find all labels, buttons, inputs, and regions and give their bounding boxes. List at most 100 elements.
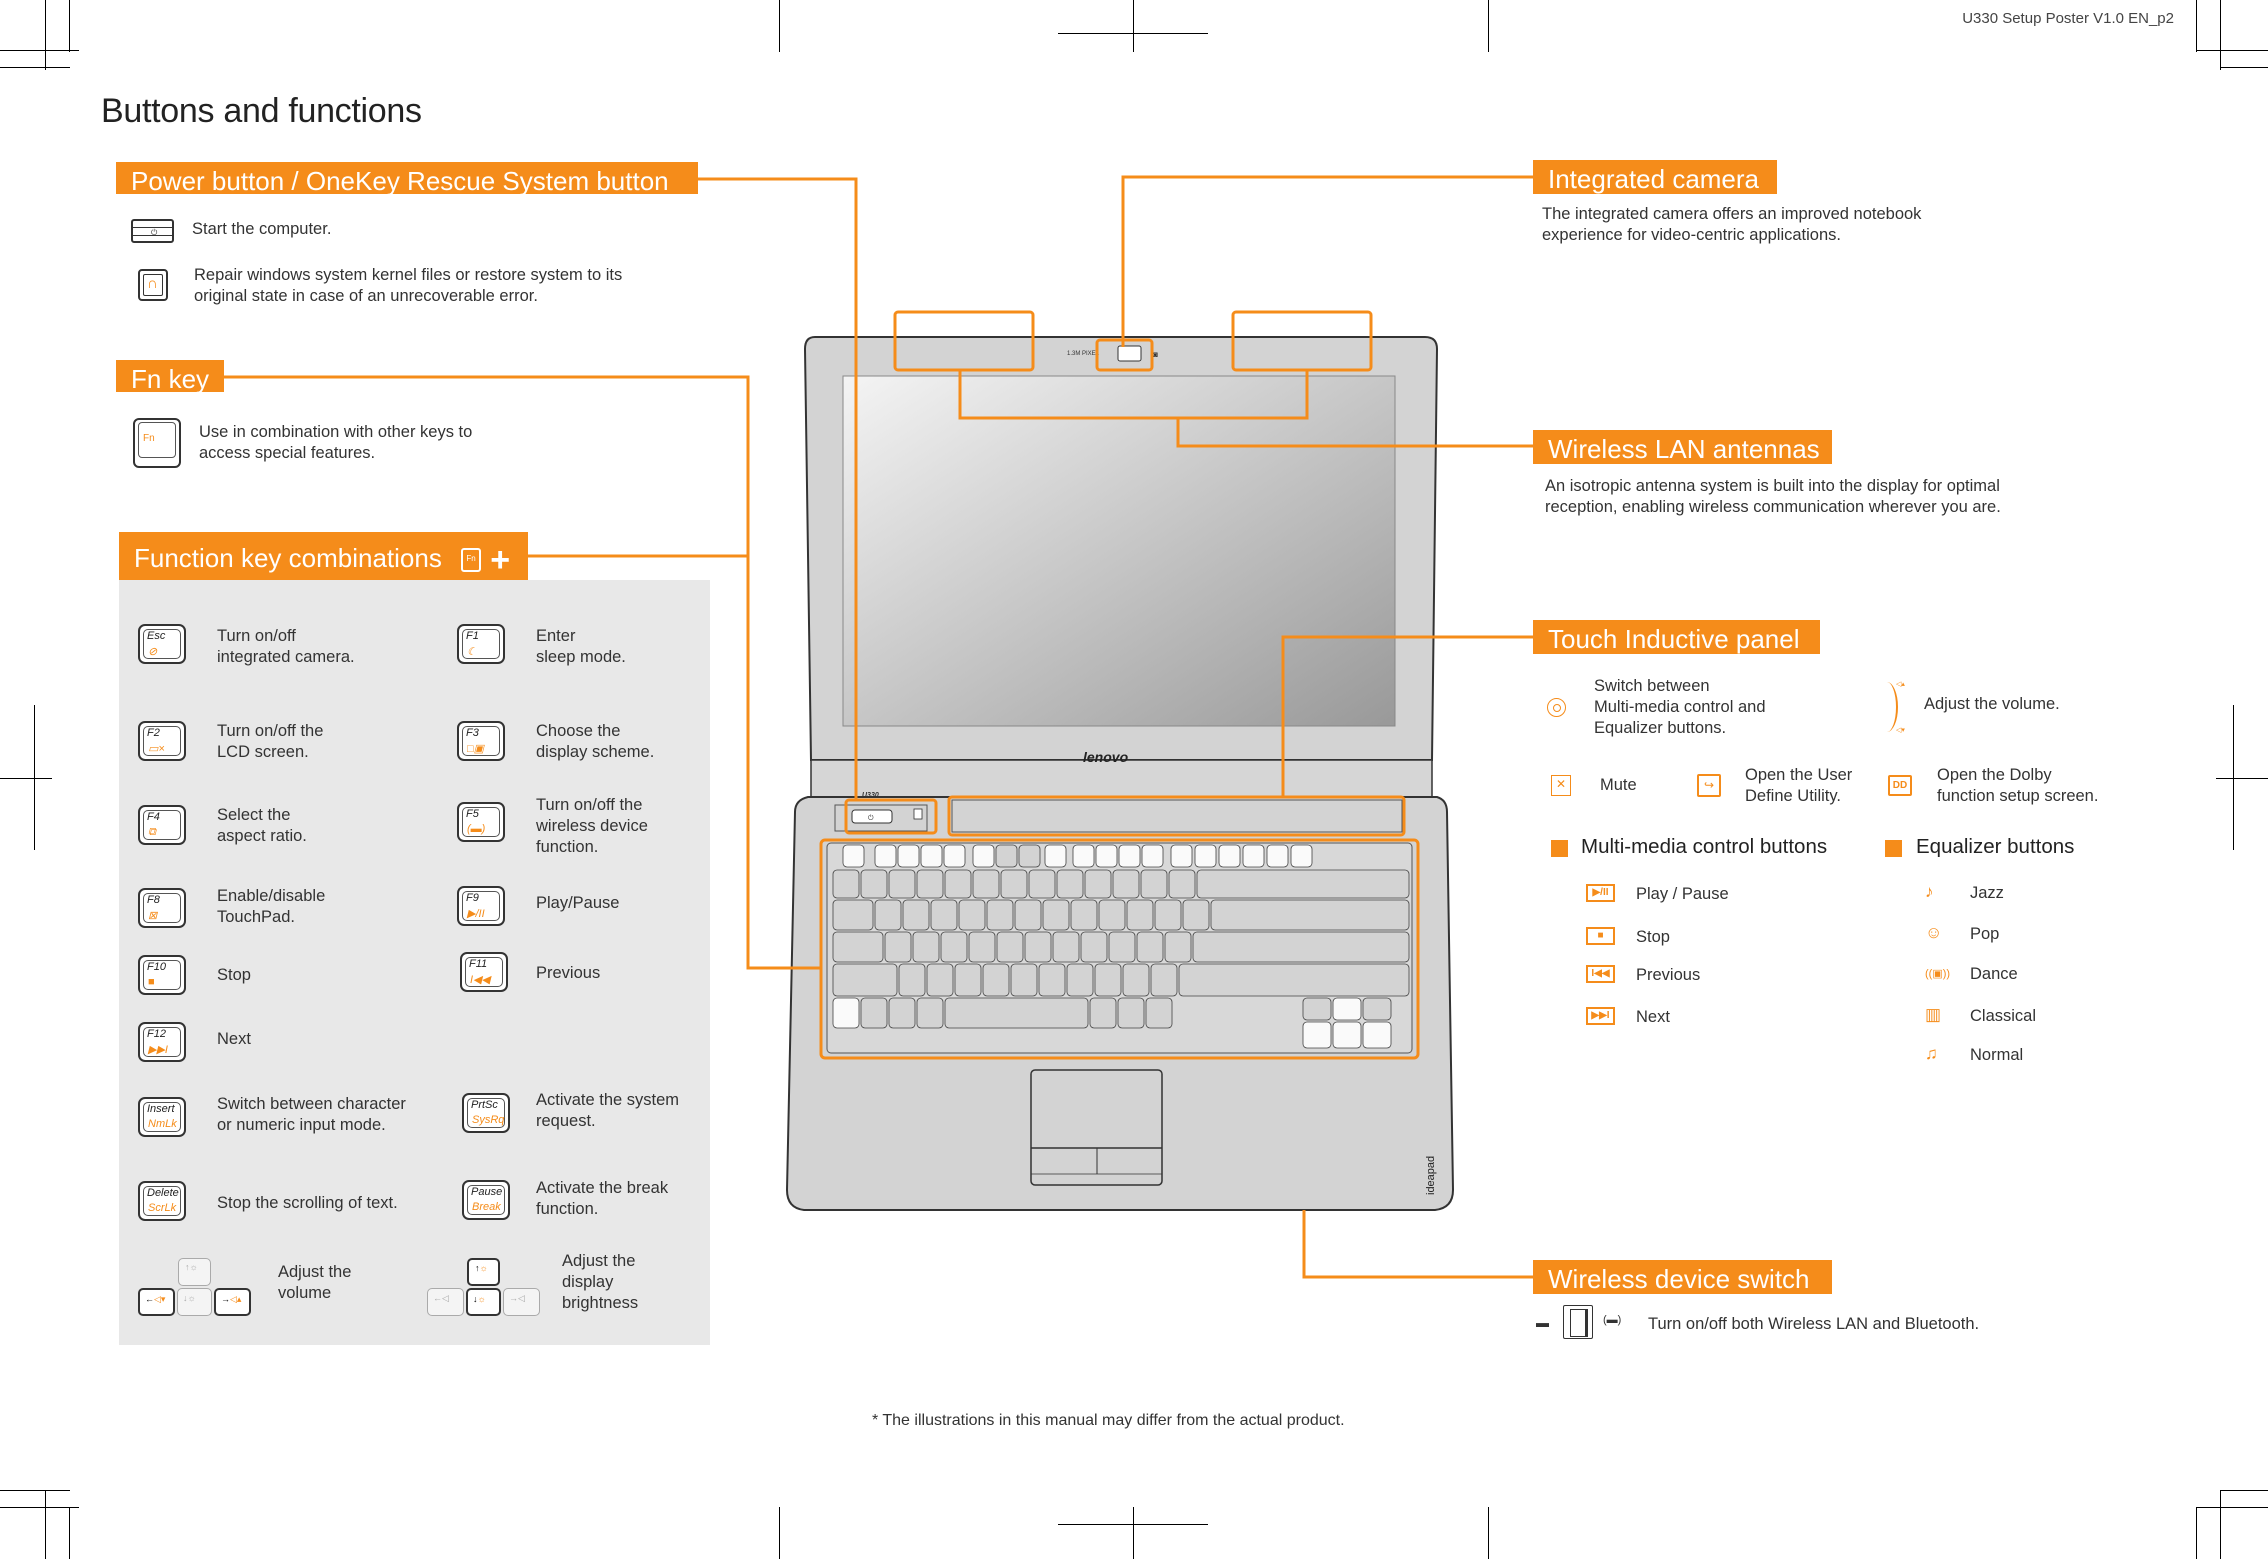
equalizer-normal-icon: ♫ (1925, 1044, 1938, 1063)
key-function-glyph: ScrLk (148, 1202, 177, 1214)
key-function-glyph: NmLk (148, 1118, 177, 1130)
keyboard-key (916, 997, 944, 1029)
key-label: F5 (466, 808, 479, 820)
key-label: Insert (147, 1103, 175, 1115)
wireless-device-switch-header: Wireless device switch (1533, 1260, 1832, 1294)
keyboard-key (1210, 899, 1410, 931)
keyboard-key (972, 869, 1000, 899)
multimedia-label: Stop (1636, 928, 1670, 946)
key-label: F10 (147, 961, 166, 973)
dolby-icon: DD (1888, 775, 1912, 796)
keyboard-keys (832, 844, 1410, 1049)
multimedia-next-icon: ▶▶I (1586, 1007, 1615, 1025)
multimedia-controls-heading: Multi-media control buttons (1581, 835, 1828, 858)
keyboard-key (1089, 997, 1117, 1029)
keyboard-key (1014, 899, 1042, 931)
keyboard-key (1168, 869, 1196, 899)
ideapad-logo: ideapad (1425, 1156, 1437, 1195)
keyboard-key (888, 869, 916, 899)
equalizer-classical-icon: ▥ (1925, 1005, 1942, 1024)
equalizer-bullet-icon (1885, 840, 1902, 857)
keyboard-key (940, 931, 968, 963)
user-define-icon: ↪ (1697, 774, 1721, 797)
equalizer-label: Classical (1970, 1007, 2037, 1025)
key-function-glyph: ▭× (148, 743, 165, 755)
dolby-line2: function setup screen. (1937, 787, 2099, 805)
keyboard-key (1182, 899, 1210, 931)
keyboard-key (1118, 844, 1141, 868)
laptop-screen (842, 375, 1396, 727)
multimedia-label: Previous (1636, 966, 1701, 984)
integrated-camera-description: The integrated camera offers an improved… (1542, 204, 1921, 246)
keyboard-key (912, 931, 940, 963)
keyboard-key (1000, 869, 1028, 899)
keyboard-key (926, 963, 954, 997)
key-label: F12 (147, 1028, 166, 1040)
keyboard-key (1066, 963, 1094, 997)
mode-switch-line1: Switch between (1594, 677, 1710, 695)
equalizer-label: Normal (1970, 1046, 2024, 1064)
keyboard-key (944, 869, 972, 899)
keyboard-key (1145, 997, 1173, 1029)
keyboard-key (986, 899, 1014, 931)
keyboard-key (1332, 1021, 1362, 1049)
dolby-description: Open the Dolby function setup screen. (1937, 765, 2098, 807)
keyboard-key (1150, 963, 1178, 997)
keyboard-key (1052, 931, 1080, 963)
keyboard-key (1170, 844, 1193, 868)
key-label: Delete (147, 1187, 179, 1199)
equalizer-pop-icon: ☺ (1925, 923, 1943, 942)
svg-text:◙: ◙ (1153, 350, 1158, 359)
mode-switch-description: Switch between Multi-media control and E… (1594, 676, 1766, 739)
keyboard-key (1302, 997, 1332, 1021)
keyboard-key (1010, 963, 1038, 997)
keyboard-key (1164, 931, 1192, 963)
keyboard-key (1140, 869, 1168, 899)
keyboard-key (842, 844, 865, 868)
keyboard-key (1018, 844, 1041, 868)
mode-switch-line2: Multi-media control and (1594, 698, 1766, 716)
keyboard-key (860, 869, 888, 899)
mute-description: Mute (1600, 776, 1637, 794)
laptop-onekey-button (913, 808, 923, 820)
keyboard-key (1194, 844, 1217, 868)
key-function-glyph: SysRq (472, 1114, 505, 1126)
keyboard-key (1332, 997, 1362, 1021)
keyboard-key (1196, 869, 1410, 899)
keyboard-key (874, 844, 897, 868)
keyboard-key (1242, 844, 1265, 868)
wireless-switch-icon (1563, 1305, 1593, 1339)
lenovo-logo: lenovo (1083, 749, 1129, 765)
key-label: F11 (469, 958, 488, 970)
camera-label: 1.3M PIXEL (1067, 351, 1100, 357)
keyboard-key (1095, 844, 1118, 868)
dolby-line1: Open the Dolby (1937, 766, 2052, 784)
keyboard-key (888, 997, 916, 1029)
keyboard-key (832, 997, 860, 1029)
keyboard-key (832, 869, 860, 899)
mode-switch-icon (1547, 698, 1566, 717)
keyboard-key (860, 997, 888, 1029)
keyboard-key (1290, 844, 1313, 868)
key-label: F2 (147, 727, 160, 739)
keyboard-key (874, 899, 902, 931)
wireless-lan-description: An isotropic antenna system is built int… (1545, 476, 2001, 518)
wireless-on-icon: (▬) (1603, 1314, 1622, 1326)
keyboard-key (884, 931, 912, 963)
disclaimer-footnote: * The illustrations in this manual may d… (872, 1412, 1345, 1429)
keyboard-key (832, 931, 884, 963)
key-label: PrtSc (471, 1099, 498, 1111)
keyboard-key (1056, 869, 1084, 899)
key-label: F3 (466, 727, 479, 739)
key-function-glyph: ⊘ (148, 646, 158, 658)
keyboard-key (1362, 997, 1392, 1021)
wireless-switch-description: Turn on/off both Wireless LAN and Blueto… (1648, 1315, 1980, 1333)
keyboard-key (920, 844, 943, 868)
keyboard-key (1126, 899, 1154, 931)
keyboard-key (1141, 844, 1164, 868)
keyboard-key (943, 844, 966, 868)
multimedia-label: Play / Pause (1636, 885, 1729, 903)
key-label: F4 (147, 811, 160, 823)
key-label: F9 (466, 892, 479, 904)
multimedia-play-pause-icon: ▶/II (1586, 884, 1615, 902)
